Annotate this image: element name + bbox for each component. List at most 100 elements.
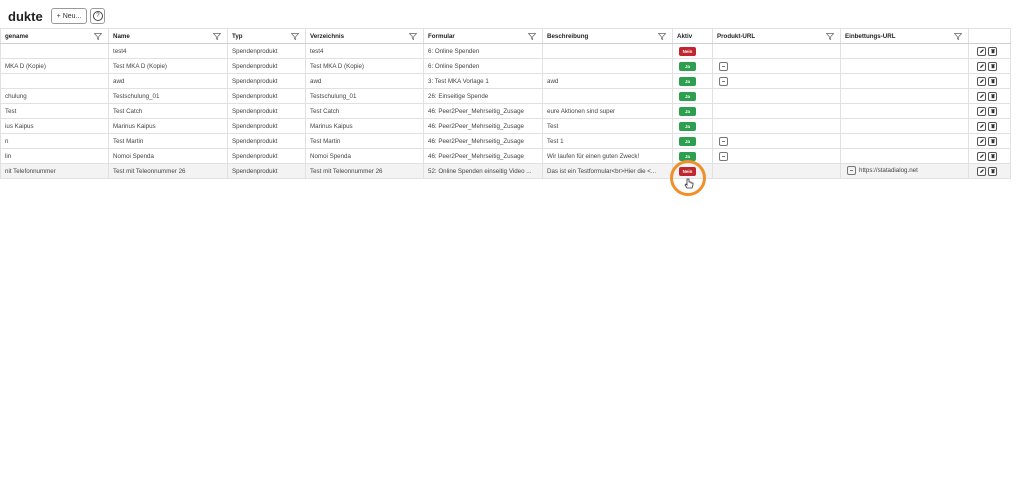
cell-product-url — [712, 148, 841, 164]
cell-type: Spendenprodukt — [227, 73, 306, 89]
cell-embed-url — [840, 133, 969, 149]
delete-icon[interactable] — [988, 151, 997, 161]
column-header[interactable]: Aktiv — [672, 28, 713, 44]
cell-embed-url — [840, 148, 969, 164]
active-badge[interactable]: Ja — [679, 121, 696, 131]
column-header[interactable]: Typ — [227, 28, 306, 44]
cell-product-url — [712, 118, 841, 134]
delete-icon[interactable] — [988, 106, 997, 116]
cell-active: Ja — [672, 58, 713, 74]
cell-description: Das ist ein Testformular<br>Hier die <..… — [542, 163, 673, 179]
active-badge[interactable]: Ja — [679, 76, 696, 86]
copy-url-icon[interactable] — [847, 165, 856, 175]
edit-icon[interactable] — [977, 76, 986, 86]
cell-internal-name: MKA D (Kopie) — [0, 58, 109, 74]
cell-actions — [968, 73, 1011, 89]
column-header-label: Formular — [428, 32, 455, 40]
table-row[interactable]: ius Kaipus Marinus Kaipus Spendenprodukt Ma… — [0, 118, 1011, 134]
filter-icon[interactable] — [291, 33, 299, 40]
active-badge[interactable]: Ja — [679, 61, 696, 71]
column-header[interactable]: Beschreibung — [542, 28, 673, 44]
active-badge[interactable]: Ja — [679, 106, 696, 116]
help-button[interactable]: ? — [90, 8, 106, 24]
cell-product-url — [712, 58, 841, 74]
table-row[interactable]: n Test Martin Spendenprodukt Test Martin 46:… — [0, 133, 1011, 149]
cell-actions — [968, 43, 1011, 59]
cell-type: Spendenprodukt — [227, 88, 306, 104]
cell-name: Nomoi Spenda — [108, 148, 228, 164]
cell-directory: test4 — [305, 43, 424, 59]
edit-icon[interactable] — [977, 46, 986, 56]
table-row[interactable]: test4 Spendenprodukt test4 6: Online Spende… — [0, 43, 1011, 59]
filter-icon[interactable] — [826, 33, 834, 40]
filter-icon[interactable] — [213, 33, 221, 40]
cell-type: Spendenprodukt — [227, 163, 306, 179]
column-header[interactable]: Verzeichnis — [305, 28, 424, 44]
product-url-icon[interactable] — [719, 61, 728, 71]
edit-icon[interactable] — [977, 61, 986, 71]
cell-form: 46: Peer2Peer_Mehrseitig_Zusage — [423, 148, 543, 164]
product-url-icon[interactable] — [719, 76, 728, 86]
table-row[interactable]: awd Spendenprodukt awd 3: Test MKA Vorlage … — [0, 73, 1011, 89]
table-header-row: gename Name Typ Verzeichnis Formular Beschrei… — [0, 28, 1011, 44]
column-header-label: Produkt-URL — [717, 32, 756, 40]
cell-internal-name: ius Kaipus — [0, 118, 109, 134]
embed-url-text: https://statadialog.net — [859, 166, 918, 174]
table-row[interactable]: MKA D (Kopie) Test MKA D (Kopie) Spendenpr… — [0, 58, 1011, 74]
cell-directory: Nomoi Spenda — [305, 148, 424, 164]
cell-form: 3: Test MKA Vorlage 1 — [423, 73, 543, 89]
edit-icon[interactable] — [977, 136, 986, 146]
filter-icon[interactable] — [658, 33, 666, 40]
column-header[interactable] — [968, 28, 1011, 44]
filter-icon[interactable] — [954, 33, 962, 40]
cell-internal-name — [0, 73, 109, 89]
cell-actions — [968, 133, 1011, 149]
delete-icon[interactable] — [988, 46, 997, 56]
new-button[interactable]: + Neu... — [50, 8, 88, 24]
column-header[interactable]: Name — [108, 28, 228, 44]
cell-directory: Testschulung_01 — [305, 88, 424, 104]
cell-directory: Test MKA D (Kopie) — [305, 58, 424, 74]
cell-embed-url — [840, 103, 969, 119]
cell-internal-name: chulung — [0, 88, 109, 104]
delete-icon[interactable] — [988, 61, 997, 71]
delete-icon[interactable] — [988, 136, 997, 146]
cell-description: Test 1 — [542, 133, 673, 149]
active-badge[interactable]: Ja — [679, 136, 696, 146]
cell-embed-url — [840, 118, 969, 134]
cell-actions — [968, 103, 1011, 119]
filter-icon[interactable] — [528, 33, 536, 40]
table-row[interactable]: nit Telefonnummer Test mit Teleonnummer 2… — [0, 163, 1011, 179]
delete-icon[interactable] — [988, 76, 997, 86]
filter-icon[interactable] — [94, 33, 102, 40]
cell-description: awd — [542, 73, 673, 89]
table-row[interactable]: Test Test Catch Spendenprodukt Test Catch 46… — [0, 103, 1011, 119]
cell-actions — [968, 118, 1011, 134]
cell-actions — [968, 163, 1011, 179]
cell-directory: Marinus Kaipus — [305, 118, 424, 134]
product-url-icon[interactable] — [719, 151, 728, 161]
delete-icon[interactable] — [988, 166, 997, 176]
edit-icon[interactable] — [977, 106, 986, 116]
edit-icon[interactable] — [977, 121, 986, 131]
edit-icon[interactable] — [977, 166, 986, 176]
filter-icon[interactable] — [409, 33, 417, 40]
column-header[interactable]: Produkt-URL — [712, 28, 841, 44]
column-header[interactable]: gename — [0, 28, 109, 44]
cell-internal-name: nit Telefonnummer — [0, 163, 109, 179]
cell-active: Ja — [672, 73, 713, 89]
table-row[interactable]: lin Nomoi Spenda Spendenprodukt Nomoi Spend… — [0, 148, 1011, 164]
active-badge[interactable]: Nein — [679, 46, 696, 56]
delete-icon[interactable] — [988, 91, 997, 101]
column-header[interactable]: Formular — [423, 28, 543, 44]
active-badge[interactable]: Ja — [679, 91, 696, 101]
column-header[interactable]: Einbettungs-URL — [840, 28, 969, 44]
edit-icon[interactable] — [977, 151, 986, 161]
delete-icon[interactable] — [988, 121, 997, 131]
table-row[interactable]: chulung Testschulung_01 Spendenprodukt Test… — [0, 88, 1011, 104]
product-url-icon[interactable] — [719, 136, 728, 146]
cell-description: Test — [542, 118, 673, 134]
cell-active: Ja — [672, 103, 713, 119]
cell-type: Spendenprodukt — [227, 43, 306, 59]
edit-icon[interactable] — [977, 91, 986, 101]
